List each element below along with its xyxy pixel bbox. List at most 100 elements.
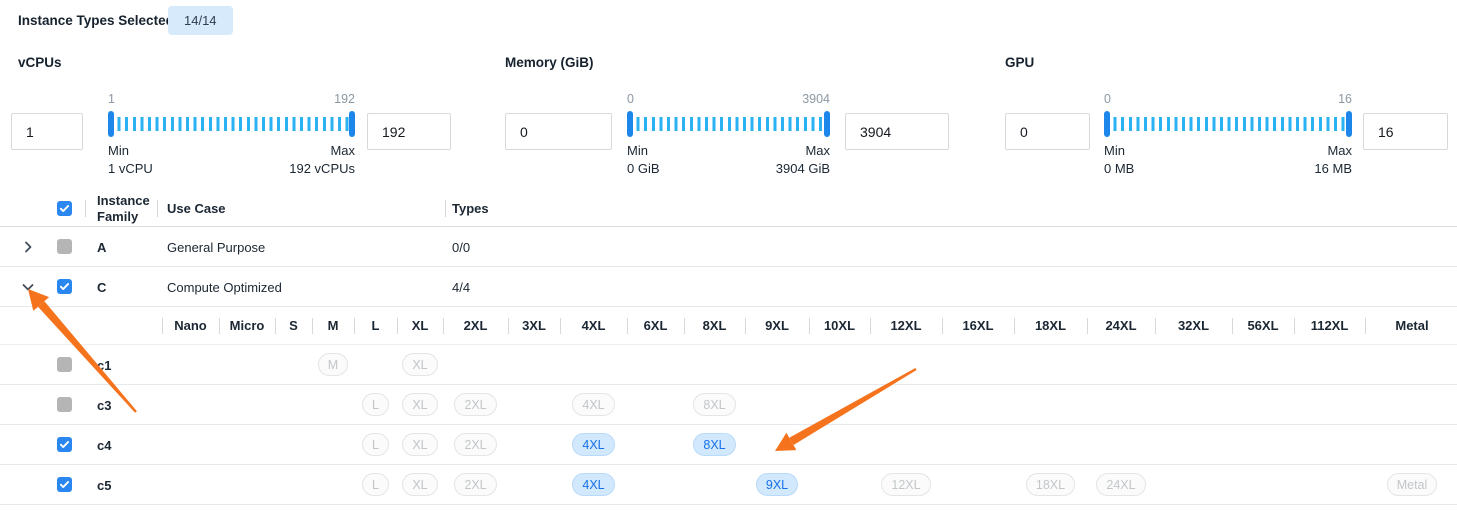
size-badge-18xl[interactable]: 18XL: [1026, 473, 1075, 496]
family-letter: C: [97, 280, 106, 295]
instance-name: c1: [97, 358, 111, 373]
family-letter: A: [97, 240, 106, 255]
size-cell: 4XL: [560, 425, 627, 464]
chevron-down-icon[interactable]: [20, 279, 36, 295]
size-badge-4xl[interactable]: 4XL: [572, 393, 614, 416]
size-badge-8xl[interactable]: 8XL: [693, 393, 735, 416]
vcpus-min-input[interactable]: [11, 113, 83, 150]
size-cell: [627, 465, 684, 504]
size-cell: [942, 345, 1014, 384]
size-cell: [275, 385, 312, 424]
family-checkbox-c[interactable]: [57, 279, 72, 294]
size-cell: 8XL: [684, 425, 745, 464]
size-badge-8xl[interactable]: 8XL: [693, 433, 735, 456]
size-cell: [1294, 385, 1365, 424]
size-cell: 4XL: [560, 385, 627, 424]
select-all-checkbox[interactable]: [57, 201, 72, 216]
gpu-min-input[interactable]: [1005, 113, 1090, 150]
column-divider: [85, 200, 86, 217]
memory-slider-min-handle[interactable]: [627, 111, 633, 137]
instance-row-c5: c5LXL2XL4XL9XL12XL18XL24XLMetal: [0, 465, 1457, 505]
size-badge-metal[interactable]: Metal: [1387, 473, 1438, 496]
size-cell: [1365, 385, 1457, 424]
size-badge-2xl[interactable]: 2XL: [454, 393, 496, 416]
gpu-slider-min-handle[interactable]: [1104, 111, 1110, 137]
family-row-a: AGeneral Purpose0/0: [0, 227, 1457, 267]
vcpus-slider-min-tick: 1: [108, 92, 115, 108]
size-cell: [1232, 385, 1294, 424]
size-cell: [745, 345, 809, 384]
size-cell: [1294, 345, 1365, 384]
size-badge-24xl[interactable]: 24XL: [1096, 473, 1145, 496]
size-badge-9xl[interactable]: 9XL: [756, 473, 798, 496]
size-column-header: 12XL: [870, 307, 942, 344]
family-checkbox-a[interactable]: [57, 239, 72, 254]
size-badge-2xl[interactable]: 2XL: [454, 473, 496, 496]
size-cell: 4XL: [560, 465, 627, 504]
size-badge-xl[interactable]: XL: [402, 353, 437, 376]
size-cell: [1014, 385, 1087, 424]
size-cell: [508, 385, 560, 424]
vcpus-max-input[interactable]: [367, 113, 451, 150]
column-divider: [157, 200, 158, 217]
size-badge-l[interactable]: L: [362, 433, 389, 456]
size-badge-l[interactable]: L: [362, 393, 389, 416]
chevron-right-icon[interactable]: [20, 239, 36, 255]
instance-types-table: Instance Family Use Case Types A General …: [0, 190, 1457, 505]
size-badge-m[interactable]: M: [318, 353, 348, 376]
memory-max-input[interactable]: [845, 113, 949, 150]
size-badge-xl[interactable]: XL: [402, 473, 437, 496]
table-header-row: Instance Family Use Case Types: [0, 190, 1457, 227]
size-cell: [1087, 385, 1155, 424]
size-cell: [275, 345, 312, 384]
size-badge-12xl[interactable]: 12XL: [881, 473, 930, 496]
vcpus-max-caption: Max: [289, 142, 355, 160]
size-cell: [312, 465, 354, 504]
size-cell: M: [312, 345, 354, 384]
size-cell: [942, 425, 1014, 464]
memory-min-input[interactable]: [505, 113, 612, 150]
size-column-header: M: [312, 307, 354, 344]
row-checkbox-c1[interactable]: [57, 357, 72, 372]
size-cell: [1087, 425, 1155, 464]
gpu-filter-group: GPU 0 16 Min 0 MB Max 16 MB: [1005, 55, 1034, 70]
size-header-grid: NanoMicroSMLXL2XL3XL4XL6XL8XL9XL10XL12XL…: [162, 307, 1457, 344]
gpu-min-sub: 0 MB: [1104, 160, 1134, 178]
selected-count-badge: 14/14: [168, 6, 233, 35]
gpu-slider-max-tick: 16: [1338, 92, 1352, 108]
size-badge-4xl[interactable]: 4XL: [572, 473, 614, 496]
size-cell: [560, 345, 627, 384]
vcpus-slider-max-tick: 192: [334, 92, 355, 108]
size-cell: [1155, 425, 1232, 464]
size-column-header: S: [275, 307, 312, 344]
vcpus-slider-max-handle[interactable]: [349, 111, 355, 137]
size-cell: [870, 345, 942, 384]
vcpus-slider-min-handle[interactable]: [108, 111, 114, 137]
slider-ticks: [629, 117, 828, 131]
size-cell: 24XL: [1087, 465, 1155, 504]
size-badge-4xl[interactable]: 4XL: [572, 433, 614, 456]
size-badge-2xl[interactable]: 2XL: [454, 433, 496, 456]
row-checkbox-c5[interactable]: [57, 477, 72, 492]
use-case: General Purpose: [167, 240, 265, 255]
size-column-header: 4XL: [560, 307, 627, 344]
size-cell: [275, 425, 312, 464]
memory-max-sub: 3904 GiB: [776, 160, 830, 178]
instance-types-selected-label: Instance Types Selected:: [18, 13, 178, 28]
size-badge-xl[interactable]: XL: [402, 433, 437, 456]
memory-slider-max-handle[interactable]: [824, 111, 830, 137]
size-column-header: Micro: [219, 307, 275, 344]
row-checkbox-c4[interactable]: [57, 437, 72, 452]
size-badge-xl[interactable]: XL: [402, 393, 437, 416]
gpu-max-input[interactable]: [1363, 113, 1448, 150]
size-cell: [809, 425, 870, 464]
size-cell: [627, 425, 684, 464]
row-checkbox-c3[interactable]: [57, 397, 72, 412]
memory-min-sub: 0 GiB: [627, 160, 660, 178]
gpu-slider-max-handle[interactable]: [1346, 111, 1352, 137]
size-badge-l[interactable]: L: [362, 473, 389, 496]
check-icon: [59, 439, 70, 450]
instance-row-c1: c1 M XL: [0, 345, 1457, 385]
size-cell: [1294, 425, 1365, 464]
size-cell: [1294, 465, 1365, 504]
